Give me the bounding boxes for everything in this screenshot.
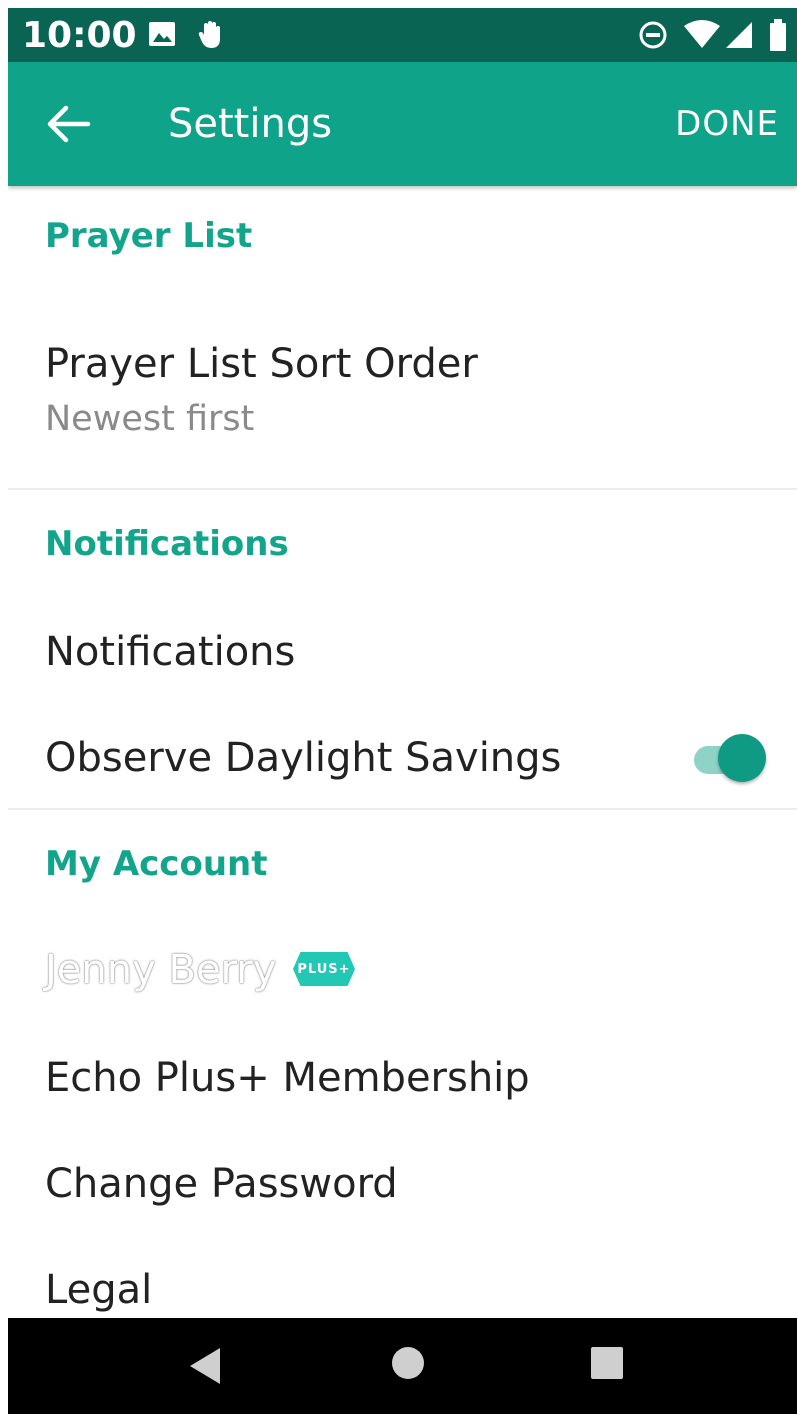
image-icon: [148, 20, 176, 52]
app-frame: 10:00 Settings DONE Prayer List Prayer L…: [8, 8, 797, 1414]
arrow-left-icon: [47, 105, 91, 143]
daylight-savings-label: Observe Daylight Savings: [45, 735, 562, 781]
plus-badge: PLUS+: [293, 952, 355, 986]
toggle-knob: [718, 734, 766, 782]
do-not-disturb-icon: [638, 20, 668, 54]
page-title: Settings: [168, 101, 333, 147]
sort-order-value: Newest first: [45, 399, 255, 439]
section-divider: [8, 808, 797, 810]
nav-recents-icon[interactable]: [590, 1346, 624, 1384]
status-bar: 10:00: [8, 8, 797, 62]
change-password-item[interactable]: Change Password: [45, 1160, 398, 1208]
account-user-name: Jenny Berry: [45, 947, 277, 993]
system-nav-bar: [8, 1318, 797, 1414]
section-header-notifications: Notifications: [45, 524, 289, 564]
section-header-prayer-list: Prayer List: [45, 216, 253, 256]
membership-item[interactable]: Echo Plus+ Membership: [45, 1054, 530, 1102]
done-button[interactable]: DONE: [675, 104, 779, 144]
section-header-my-account: My Account: [45, 844, 268, 884]
back-button[interactable]: [38, 94, 98, 154]
sort-order-label: Prayer List Sort Order: [45, 341, 478, 387]
hand-icon: [198, 20, 224, 54]
battery-icon: [768, 18, 788, 56]
status-time: 10:00: [22, 15, 137, 56]
legal-item[interactable]: Legal: [45, 1266, 152, 1314]
app-bar: Settings DONE: [8, 62, 797, 186]
daylight-savings-toggle[interactable]: [692, 732, 766, 786]
notifications-item[interactable]: Notifications: [45, 628, 295, 676]
nav-home-icon[interactable]: [391, 1346, 425, 1384]
nav-back-icon[interactable]: [188, 1346, 224, 1390]
signal-icon: [722, 20, 754, 54]
section-divider: [8, 488, 797, 490]
wifi-icon: [684, 20, 720, 54]
